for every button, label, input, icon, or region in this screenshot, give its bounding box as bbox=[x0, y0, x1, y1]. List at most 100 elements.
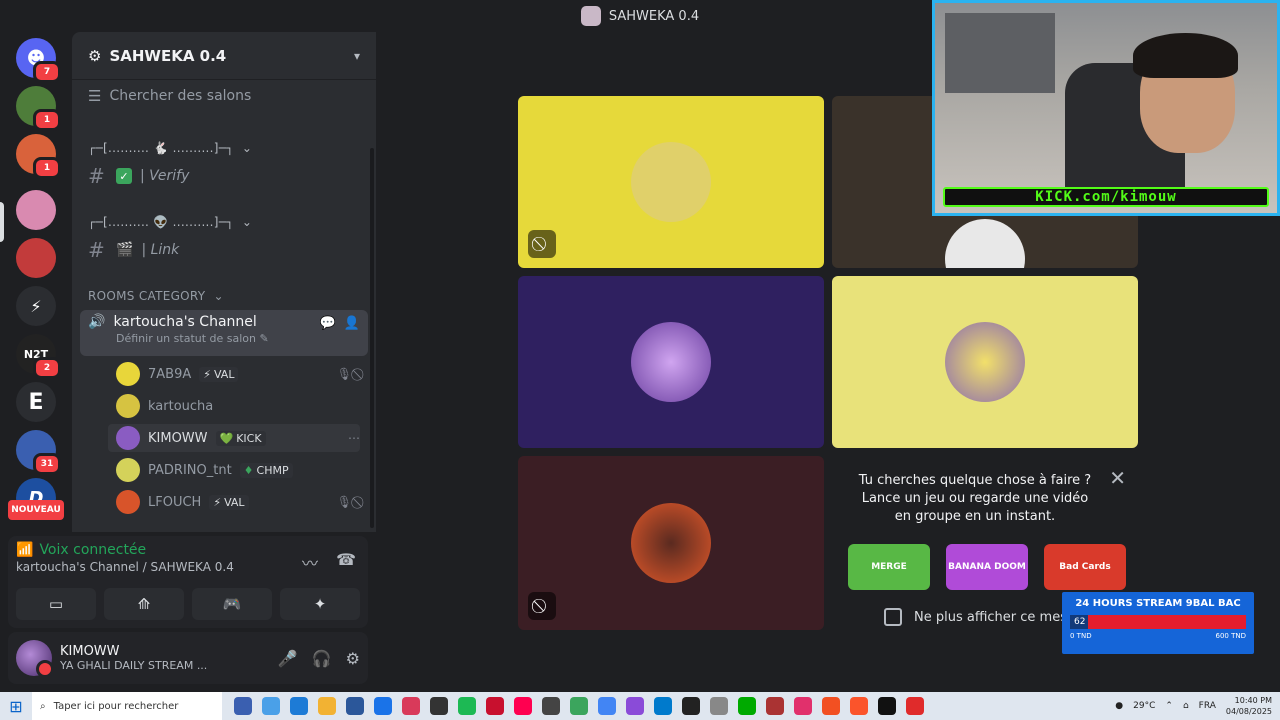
tag-label: CHMP bbox=[256, 463, 289, 477]
taskbar-app-icon[interactable] bbox=[794, 697, 812, 715]
taskbar-app-icon[interactable] bbox=[402, 697, 420, 715]
taskbar-app-icon[interactable] bbox=[766, 697, 784, 715]
sahweka-server-icon[interactable] bbox=[16, 190, 56, 230]
camera-toggle-button[interactable]: ▭ bbox=[16, 588, 96, 620]
taskbar-app-icon[interactable] bbox=[570, 697, 588, 715]
taskbar-app-icon[interactable] bbox=[458, 697, 476, 715]
chat-bubble-icon[interactable]: 💬 bbox=[320, 316, 336, 331]
rooms-category[interactable]: ROOMS CATEGORY ⌄ bbox=[80, 286, 368, 306]
noise-suppression-icon[interactable]: 〰 bbox=[302, 550, 318, 574]
category-header[interactable]: ┌─[.......... 👽 ..........]─┐ ⌄ bbox=[80, 212, 368, 232]
avatar-server-icon[interactable]: 31 bbox=[16, 430, 61, 475]
weather-icon[interactable]: ● bbox=[1115, 701, 1123, 711]
taskbar-app-icon[interactable] bbox=[318, 697, 336, 715]
channel-status[interactable]: Définir un statut de salon ✎ bbox=[116, 332, 360, 345]
taskbar-app-icon[interactable] bbox=[430, 697, 448, 715]
taskbar-app-icon[interactable] bbox=[850, 697, 868, 715]
robot-server-icon[interactable]: 1 bbox=[16, 134, 61, 179]
soundboard-button[interactable]: ✦ bbox=[280, 588, 360, 620]
participant-tile[interactable] bbox=[832, 276, 1138, 448]
gear-icon[interactable]: ⚙ bbox=[346, 649, 360, 668]
chevron-down-icon: ⌄ bbox=[241, 141, 253, 155]
microphone-icon[interactable]: 🎤 bbox=[278, 649, 298, 668]
badge: 2 bbox=[33, 357, 61, 379]
member-tag: ⚡ VAL bbox=[199, 366, 239, 382]
avatar bbox=[116, 426, 140, 450]
user-name[interactable]: KIMOWW bbox=[60, 644, 207, 659]
nouveau-badge[interactable]: NOUVEAU bbox=[8, 500, 64, 520]
disconnect-icon[interactable]: ☎ bbox=[336, 550, 356, 574]
n2t-server-icon[interactable]: N2T 2 bbox=[16, 334, 61, 379]
taskbar-app-icon[interactable] bbox=[262, 697, 280, 715]
kimoww-server-icon[interactable] bbox=[16, 238, 56, 278]
channel-link[interactable]: # 🎬 | Link bbox=[80, 236, 368, 264]
turtle-server-icon[interactable]: 1 bbox=[16, 86, 61, 131]
taskbar-app-icon[interactable] bbox=[738, 697, 756, 715]
headphones-icon[interactable]: 🎧 bbox=[312, 649, 332, 668]
system-tray: ● 29°C ⌃ ⌂ FRA 10:40 PM 04/08/2025 bbox=[1115, 695, 1280, 717]
clock[interactable]: 10:40 PM 04/08/2025 bbox=[1226, 695, 1272, 717]
participant-tile[interactable]: ⃠ bbox=[518, 456, 824, 630]
member-name: kartoucha bbox=[148, 398, 214, 414]
avatar bbox=[945, 322, 1025, 402]
tag-label: KICK bbox=[236, 431, 262, 445]
activities-button[interactable]: 🎮 bbox=[192, 588, 272, 620]
e-server-icon[interactable]: E bbox=[16, 382, 56, 422]
windows-start-icon[interactable]: ⊞ bbox=[0, 692, 32, 720]
user-panel: KIMOWW YA GHALI DAILY STREAM ... 🎤 🎧 ⚙ bbox=[8, 632, 368, 684]
taskbar-search[interactable]: ⌕ Taper ici pour rechercher bbox=[32, 692, 222, 720]
channel-verify[interactable]: # ✓ | Verify bbox=[80, 162, 368, 190]
taskbar-app-icon[interactable] bbox=[486, 697, 504, 715]
taskbar-app-icon[interactable] bbox=[906, 697, 924, 715]
search-channels[interactable]: ☰ Chercher des salons bbox=[80, 82, 368, 110]
participant-tile[interactable]: ⃠ bbox=[518, 96, 824, 268]
more-icon[interactable]: ⋯ bbox=[348, 431, 360, 445]
tag-icon: ⚡ bbox=[213, 495, 222, 509]
search-placeholder: Taper ici pour rechercher bbox=[53, 700, 179, 712]
voice-member[interactable]: kartoucha bbox=[116, 392, 360, 420]
voice-member[interactable]: KIMOWW 💚 KICK ⋯ bbox=[108, 424, 360, 452]
activity-card[interactable]: MERGE bbox=[848, 544, 930, 590]
category-header[interactable]: ┌─[.......... 🐇 ..........]─┐ ⌄ bbox=[80, 138, 368, 158]
voice-member[interactable]: 7AB9A ⚡VAL 🎙⃠ bbox=[116, 360, 360, 388]
language-indicator[interactable]: FRA bbox=[1199, 701, 1216, 711]
voice-member[interactable]: LFOUCH ⚡VAL 🎙⃠ bbox=[116, 488, 360, 516]
voice-channel[interactable]: 🔊 kartoucha's Channel Définir un statut … bbox=[80, 310, 368, 356]
taskbar-app-icon[interactable] bbox=[682, 697, 700, 715]
sidebar-scrollbar[interactable] bbox=[370, 148, 374, 528]
dont-show-again[interactable]: Ne plus afficher ce mess bbox=[884, 608, 1074, 626]
avatar[interactable] bbox=[16, 640, 54, 678]
taskbar-app-icon[interactable] bbox=[598, 697, 616, 715]
screen-share-button[interactable]: ⟰ bbox=[104, 588, 184, 620]
logo-server-icon[interactable]: ⚡ bbox=[16, 286, 56, 326]
checkbox[interactable] bbox=[884, 608, 902, 626]
windows-taskbar: ⊞ ⌕ Taper ici pour rechercher ● 29°C ⌃ ⌂… bbox=[0, 692, 1280, 720]
taskbar-app-icon[interactable] bbox=[374, 697, 392, 715]
taskbar-app-icon[interactable] bbox=[822, 697, 840, 715]
taskbar-app-icon[interactable] bbox=[234, 697, 252, 715]
activity-card[interactable]: BANANA DOOM bbox=[946, 544, 1028, 590]
close-icon[interactable]: ✕ bbox=[1109, 466, 1126, 490]
taskbar-app-icon[interactable] bbox=[654, 697, 672, 715]
taskbar-app-icon[interactable] bbox=[514, 697, 532, 715]
add-user-icon[interactable]: 👤 bbox=[344, 316, 360, 331]
active-server-pill bbox=[0, 202, 4, 242]
voice-member[interactable]: PADRINO_tnt ♦ CHMP bbox=[116, 456, 360, 484]
taskbar-app-icon[interactable] bbox=[346, 697, 364, 715]
taskbar-app-icon[interactable] bbox=[878, 697, 896, 715]
guild-header[interactable]: ⚙ SAHWEKA 0.4 ▾ bbox=[72, 32, 376, 80]
voice-connected-panel: 📶 Voix connectée kartoucha's Channel / SA… bbox=[8, 536, 368, 628]
activity-card[interactable]: Bad Cards bbox=[1044, 544, 1126, 590]
taskbar-app-icon[interactable] bbox=[626, 697, 644, 715]
chevron-up-icon[interactable]: ⌃ bbox=[1165, 701, 1173, 711]
discord-home-icon[interactable]: ☻ 7 bbox=[16, 38, 61, 83]
network-icon[interactable]: ⌂ bbox=[1183, 701, 1189, 711]
voice-status[interactable]: Voix connectée bbox=[39, 542, 146, 558]
weather-temp[interactable]: 29°C bbox=[1133, 701, 1155, 711]
participant-tile[interactable] bbox=[518, 276, 824, 448]
taskbar-app-icon[interactable] bbox=[290, 697, 308, 715]
gamepad-icon: 🎮 bbox=[222, 595, 242, 613]
avatar bbox=[631, 322, 711, 402]
taskbar-app-icon[interactable] bbox=[542, 697, 560, 715]
taskbar-app-icon[interactable] bbox=[710, 697, 728, 715]
